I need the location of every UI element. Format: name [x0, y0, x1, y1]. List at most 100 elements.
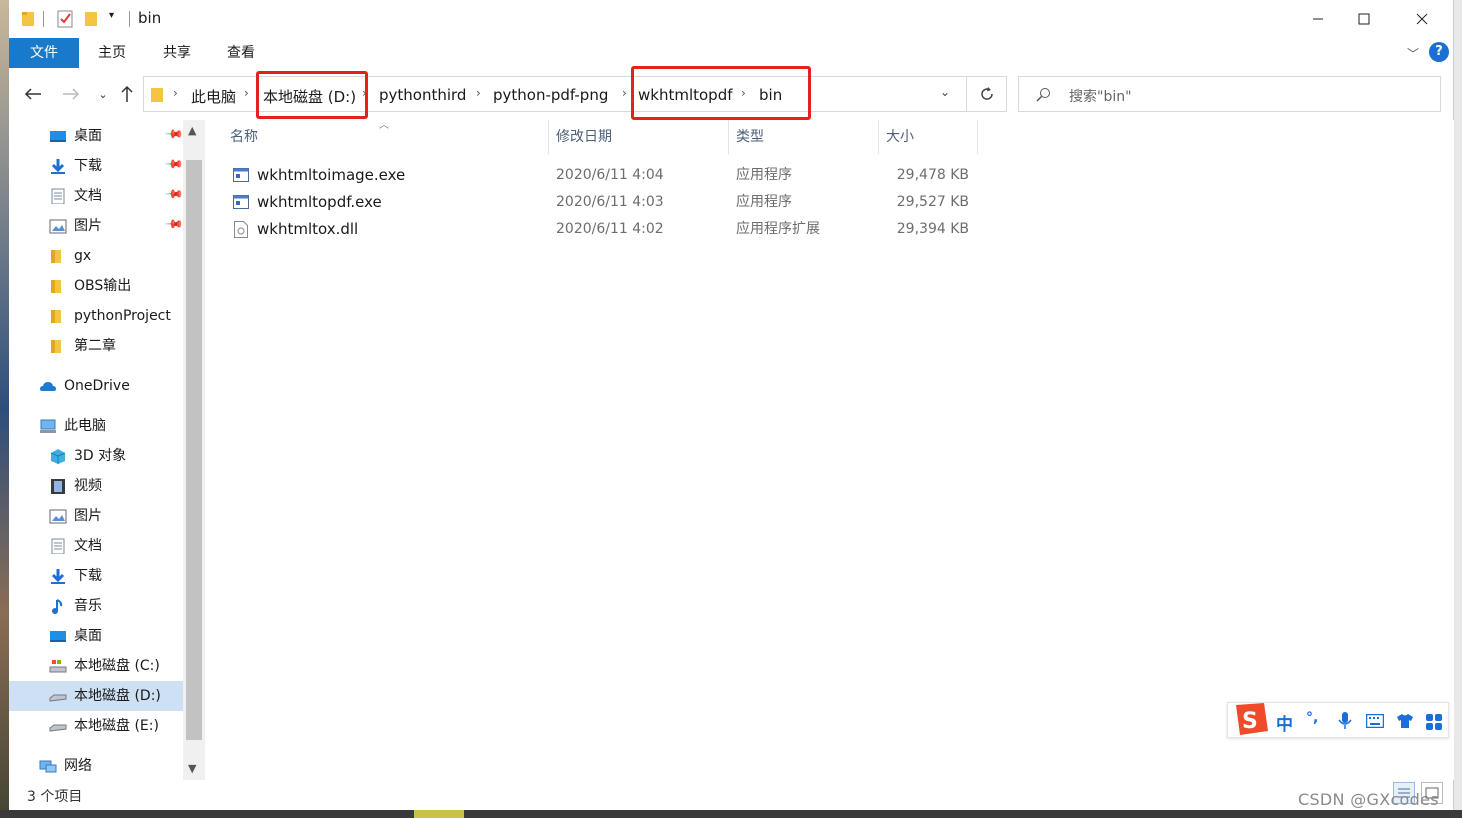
- file-type: 应用程序: [736, 194, 792, 210]
- file-type: 应用程序扩展: [736, 221, 820, 237]
- download-icon: [51, 159, 65, 174]
- search-input[interactable]: 搜索"bin": [1018, 76, 1441, 112]
- address-dropdown-icon[interactable]: ⌄: [940, 85, 950, 99]
- customize-dropdown-icon[interactable]: ▾: [109, 10, 114, 30]
- status-bar: 3 个项目: [9, 780, 1453, 810]
- forward-button[interactable]: [59, 82, 83, 106]
- close-button[interactable]: [1399, 4, 1445, 34]
- maximize-button[interactable]: [1341, 4, 1387, 34]
- desktop-background: [0, 0, 9, 818]
- skin-icon[interactable]: [1396, 713, 1414, 729]
- pin-icon[interactable]: 📌: [164, 124, 184, 144]
- microphone-icon[interactable]: [1338, 712, 1352, 730]
- explorer-window: ▾ bin 文件 主页 共享 查看 ﹀ ? ⌄ › 此电脑 › 本地磁盘 (D:…: [9, 0, 1454, 810]
- tab-home[interactable]: 主页: [87, 38, 137, 68]
- scroll-up-icon[interactable]: ▲: [188, 124, 196, 137]
- videos-icon: [51, 479, 65, 494]
- desktop-icon: [50, 631, 66, 642]
- column-header-date[interactable]: 修改日期: [556, 120, 612, 154]
- documents-icon: [51, 188, 65, 204]
- help-icon[interactable]: ?: [1429, 42, 1449, 62]
- pictures-icon: [49, 219, 67, 234]
- search-icon: [1036, 88, 1050, 102]
- file-size: 29,394 KB: [896, 221, 969, 237]
- file-date: 2020/6/11 4:02: [556, 221, 664, 237]
- refresh-button[interactable]: [967, 76, 1007, 112]
- column-header-type[interactable]: 类型: [736, 120, 764, 154]
- file-size: 29,527 KB: [896, 194, 969, 210]
- this-pc-icon: [40, 419, 56, 433]
- table-row[interactable]: wkhtmltopdf.exe 2020/6/11 4:03 应用程序 29,5…: [205, 189, 1005, 216]
- folder-icon: [22, 12, 34, 26]
- pictures-icon: [49, 509, 67, 524]
- file-name: wkhtmltox.dll: [257, 220, 359, 238]
- drive-icon: [49, 724, 67, 732]
- network-icon: [39, 760, 57, 773]
- highlight-box: [631, 66, 811, 120]
- file-date: 2020/6/11 4:03: [556, 194, 664, 210]
- exe-icon: [233, 195, 249, 209]
- file-name: wkhtmltoimage.exe: [257, 166, 406, 184]
- file-name: wkhtmltopdf.exe: [257, 193, 382, 211]
- music-icon: [52, 599, 63, 614]
- new-folder-icon[interactable]: [84, 9, 98, 29]
- file-list: ︿ 名称 修改日期 类型 大小 wkhtmltoimage.exe 2020/6…: [205, 120, 1454, 780]
- column-header-name[interactable]: 名称: [230, 120, 258, 154]
- folder-icon: [51, 340, 61, 353]
- breadcrumb-pythonthird[interactable]: pythonthird: [379, 86, 466, 104]
- ribbon: 文件 主页 共享 查看 ﹀ ?: [9, 38, 1453, 68]
- drive-c-icon: [49, 660, 67, 673]
- folder-icon: [51, 310, 61, 323]
- scroll-down-icon[interactable]: ▼: [188, 762, 196, 775]
- onedrive-icon: [40, 382, 56, 391]
- scroll-thumb[interactable]: [186, 160, 202, 740]
- expand-ribbon-icon[interactable]: ﹀: [1407, 45, 1419, 62]
- back-button[interactable]: [21, 82, 45, 106]
- file-type: 应用程序: [736, 167, 792, 183]
- title-bar: ▾ bin: [9, 0, 1453, 38]
- table-row[interactable]: wkhtmltoimage.exe 2020/6/11 4:04 应用程序 29…: [205, 162, 1005, 189]
- sogou-logo-icon[interactable]: S: [1230, 701, 1270, 739]
- address-row: ⌄ › 此电脑 › 本地磁盘 (D:) › pythonthird › pyth…: [9, 66, 1453, 120]
- folder-icon: [51, 250, 61, 263]
- toolbox-icon[interactable]: [1426, 714, 1442, 730]
- item-count: 3 个项目: [27, 789, 83, 805]
- window-title: bin: [138, 9, 162, 27]
- up-button[interactable]: [115, 82, 139, 106]
- svg-text:S: S: [1242, 709, 1258, 734]
- sort-ascending-icon: ︿: [379, 120, 389, 131]
- taskbar-edge: [0, 810, 1462, 818]
- highlight-box: [256, 71, 368, 119]
- properties-icon[interactable]: [57, 9, 75, 29]
- tab-view[interactable]: 查看: [216, 38, 266, 68]
- pin-icon[interactable]: 📌: [164, 184, 184, 204]
- folder-icon: [51, 280, 61, 293]
- 3d-objects-icon: [50, 449, 66, 464]
- pin-icon[interactable]: 📌: [164, 154, 184, 174]
- tab-share[interactable]: 共享: [152, 38, 202, 68]
- minimize-button[interactable]: [1295, 4, 1341, 34]
- breadcrumb-this-pc[interactable]: 此电脑: [191, 86, 236, 107]
- pin-icon[interactable]: 📌: [164, 214, 184, 234]
- ime-mode-indicator[interactable]: 中: [1276, 710, 1293, 735]
- file-size: 29,478 KB: [896, 167, 969, 183]
- exe-icon: [233, 168, 249, 182]
- keyboard-icon[interactable]: [1366, 714, 1384, 728]
- desktop-icon: [50, 131, 66, 142]
- breadcrumb-python-pdf-png[interactable]: python-pdf-png: [493, 86, 608, 104]
- table-row[interactable]: wkhtmltox.dll 2020/6/11 4:02 应用程序扩展 29,3…: [205, 216, 1005, 243]
- documents-icon: [51, 538, 65, 554]
- folder-icon: [151, 88, 163, 102]
- ime-toolbar[interactable]: S 中 °,: [1227, 702, 1449, 738]
- tab-file[interactable]: 文件: [9, 38, 79, 68]
- nav-scrollbar[interactable]: ▲ ▼: [183, 120, 205, 780]
- column-header-size[interactable]: 大小: [886, 120, 914, 154]
- ime-punctuation-icon[interactable]: °,: [1306, 710, 1318, 726]
- dll-icon: [234, 221, 248, 238]
- file-date: 2020/6/11 4:04: [556, 167, 664, 183]
- search-placeholder: 搜索"bin": [1069, 89, 1132, 105]
- drive-icon: [49, 694, 67, 702]
- watermark: CSDN @GXcodes: [1298, 790, 1439, 809]
- recent-locations-icon[interactable]: ⌄: [91, 82, 115, 106]
- navigation-pane: 桌面 📌 下载 📌 文档 📌 图片 📌 gx OBS输出 pythonProje…: [9, 120, 205, 780]
